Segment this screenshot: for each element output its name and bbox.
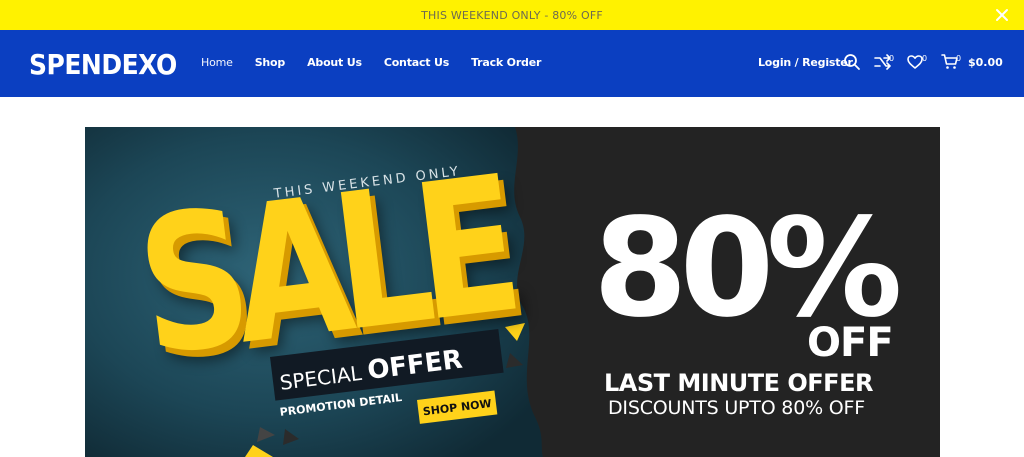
cart-count: 0 (956, 54, 962, 63)
promo-bar: THIS WEEKEND ONLY - 80% OFF (0, 0, 1024, 30)
login-register-link[interactable]: Login / Register (758, 56, 853, 69)
nav-shop[interactable]: Shop (255, 56, 286, 69)
search-icon[interactable] (843, 53, 863, 73)
nav-about-us[interactable]: About Us (307, 56, 362, 69)
banner-discounts: DISCOUNTS UPTO 80% OFF (608, 397, 865, 419)
main-nav: Home Shop About Us Contact Us Track Orde… (201, 56, 563, 69)
nav-track-order[interactable]: Track Order (471, 56, 541, 69)
nav-home[interactable]: Home (201, 56, 233, 69)
hero-banner[interactable]: THIS WEEKEND ONLY SALE SPECIAL OFFER PRO… (85, 127, 940, 457)
site-header: SPENDEXO Home Shop About Us Contact Us T… (0, 30, 1024, 97)
banner-percent: 80% (593, 190, 903, 348)
nav-contact-us[interactable]: Contact Us (384, 56, 449, 69)
banner-off: OFF (807, 320, 894, 366)
close-icon[interactable] (994, 7, 1010, 23)
banner-last-minute: LAST MINUTE OFFER (604, 369, 873, 397)
compare-count: 0 (889, 54, 895, 63)
cart-total[interactable]: $0.00 (968, 56, 1003, 69)
wishlist-count: 0 (922, 54, 928, 63)
site-logo[interactable]: SPENDEXO (29, 48, 177, 80)
promo-text: THIS WEEKEND ONLY - 80% OFF (421, 8, 603, 22)
